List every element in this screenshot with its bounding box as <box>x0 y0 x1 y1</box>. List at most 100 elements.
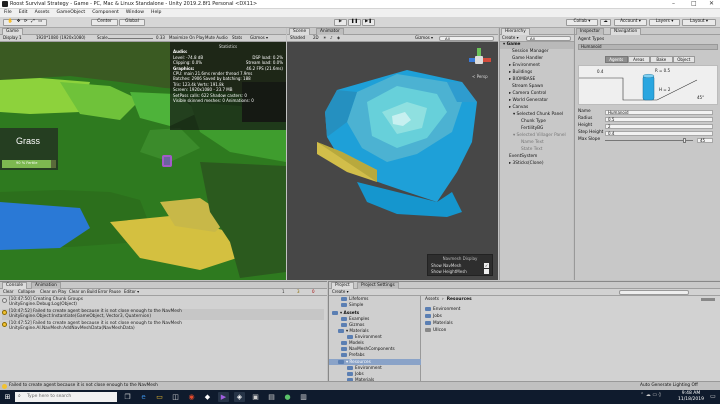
subtab-bake[interactable]: Bake <box>650 56 673 63</box>
shading-mode-dropdown[interactable]: Shaded <box>290 36 305 40</box>
tree-item[interactable]: ▾ Materials <box>338 328 369 333</box>
console-entry[interactable]: [10:47:52] Failed to create agent becaus… <box>2 309 324 320</box>
max-slope-input[interactable]: 45 <box>697 137 713 143</box>
tree-item[interactable]: Jobs <box>347 371 364 376</box>
scene-search-input[interactable]: All <box>439 36 494 41</box>
pause-button[interactable]: ❚❚ <box>348 19 361 26</box>
scene-audio-icon[interactable]: ♪ <box>330 36 333 40</box>
tab-hierarchy[interactable]: Hierarchy <box>501 28 530 35</box>
icon-size-slider[interactable] <box>701 298 715 301</box>
clear-on-build-toggle[interactable]: Clear on Build <box>69 290 97 294</box>
2d-toggle[interactable]: 2D <box>313 36 319 40</box>
hierarchy-item[interactable]: ▸ 3Sticks(Clone) <box>509 161 544 166</box>
pivot-center-toggle[interactable]: Center <box>91 19 118 26</box>
unity-hub-icon[interactable]: ◆ <box>202 392 213 402</box>
mute-audio-toggle[interactable]: Mute Audio <box>205 36 228 40</box>
rotate-tool-icon[interactable]: ⟳ <box>24 20 28 25</box>
chrome-icon[interactable]: ◉ <box>186 392 197 402</box>
stats-toggle[interactable]: Stats <box>232 36 242 40</box>
scale-slider[interactable] <box>108 38 153 39</box>
file-item[interactable]: Materials <box>425 320 460 327</box>
windows-start-icon[interactable]: ⊞ <box>2 392 13 402</box>
file-explorer-icon[interactable]: ▭ <box>154 392 165 402</box>
tree-item[interactable]: Environment <box>347 334 382 339</box>
scene-orientation-gizmo[interactable] <box>467 48 491 72</box>
height-input[interactable]: 2 <box>605 123 713 129</box>
unity-editor-icon[interactable]: ◈ <box>234 392 245 402</box>
hierarchy-create-dropdown[interactable]: Create ▾ <box>502 36 519 40</box>
hierarchy-scene-row[interactable]: ▾ Game <box>500 42 574 49</box>
hierarchy-item[interactable]: ▸ Canvas <box>509 105 528 110</box>
console-entry[interactable]: [10:47:52] Failed to create agent becaus… <box>2 321 324 332</box>
game-gizmos-dropdown[interactable]: Gizmos ▾ <box>250 36 268 40</box>
project-search-input[interactable] <box>619 290 689 295</box>
tree-item[interactable]: Prefabs <box>341 352 365 357</box>
hierarchy-item[interactable]: ▸ Environment <box>509 63 540 68</box>
scene-lighting-icon[interactable]: ☀ <box>323 36 327 40</box>
transform-tools[interactable]: ✋ ✥ ⟳ ⤢ ▭ <box>3 19 47 26</box>
menu-component[interactable]: Component <box>92 10 119 16</box>
tree-item[interactable]: Lifeforms <box>341 296 369 301</box>
radius-input[interactable]: 0.5 <box>605 116 713 122</box>
display-dropdown[interactable]: Display 1 <box>3 36 22 40</box>
account-dropdown[interactable]: Account ▾ <box>614 19 647 26</box>
notifications-icon[interactable]: ▭ <box>708 392 718 402</box>
hierarchy-search-input[interactable]: All <box>526 36 571 41</box>
tab-animator[interactable]: Animator <box>316 28 344 35</box>
tab-console[interactable]: Console <box>2 282 28 289</box>
breadcrumb-assets[interactable]: Assets <box>425 297 439 302</box>
scene-effects-icon[interactable]: ◈ <box>337 36 340 40</box>
log-count-badge[interactable]: 1 <box>282 290 285 294</box>
app-icon[interactable]: ▥ <box>298 392 309 402</box>
move-tool-icon[interactable]: ✥ <box>17 20 21 25</box>
scale-tool-icon[interactable]: ⤢ <box>31 20 34 25</box>
menu-file[interactable]: File <box>4 10 12 16</box>
tab-game[interactable]: Game <box>2 28 23 35</box>
app-icon[interactable]: ▤ <box>266 392 277 402</box>
tree-item-resources[interactable]: ▾ Resources <box>338 359 371 364</box>
visual-studio-icon[interactable]: ▶ <box>218 392 229 402</box>
hierarchy-item[interactable]: ▸ World Generator <box>509 98 548 103</box>
menu-gameobject[interactable]: GameObject <box>57 10 86 16</box>
tab-project-settings[interactable]: Project Settings <box>357 282 399 289</box>
subtab-areas[interactable]: Areas <box>627 56 650 63</box>
close-window-button[interactable]: ✕ <box>709 1 714 7</box>
hierarchy-item[interactable]: Chunk Type <box>521 119 546 124</box>
tree-item-assets[interactable]: ▾ Assets <box>332 310 359 315</box>
hierarchy-item[interactable]: Session Manager <box>512 49 549 54</box>
cloud-icon[interactable]: ☁ <box>600 19 611 26</box>
clear-button[interactable]: Clear <box>3 290 13 294</box>
menu-assets[interactable]: Assets <box>35 10 50 16</box>
breadcrumb-resources[interactable]: Resources <box>447 297 472 302</box>
maximize-button[interactable]: □ <box>691 1 697 7</box>
hierarchy-item[interactable]: State Text <box>521 147 542 152</box>
subtab-agents[interactable]: Agents <box>605 56 628 63</box>
tab-navigation[interactable]: Navigation <box>610 28 642 35</box>
layers-dropdown[interactable]: Layers ▾ <box>649 19 680 26</box>
play-button[interactable]: ▶ <box>334 19 347 26</box>
hierarchy-item[interactable]: ▸ BIOMBASE <box>509 77 535 82</box>
scene-gizmos-dropdown[interactable]: Gizmos ▾ <box>415 36 433 40</box>
project-create-dropdown[interactable]: Create ▾ <box>332 290 349 294</box>
file-item[interactable]: UIIcon <box>425 327 460 334</box>
error-count-badge[interactable]: 0 <box>312 290 315 294</box>
warning-count-badge[interactable]: 3 <box>297 290 300 294</box>
editor-dropdown[interactable]: Editor ▾ <box>124 290 139 294</box>
hierarchy-item[interactable]: ▸ Camera Control <box>509 91 546 96</box>
resolution-dropdown[interactable]: 1920*1080 (1920x1080) <box>36 36 85 40</box>
agent-type-selector[interactable]: Humanoid <box>578 44 718 50</box>
space-global-toggle[interactable]: Global <box>119 19 145 26</box>
tab-scene[interactable]: Scene <box>289 28 311 35</box>
hierarchy-item[interactable]: ▸ Buildings <box>509 70 532 75</box>
tab-animation[interactable]: Animation <box>31 282 61 289</box>
minimize-button[interactable]: – <box>672 1 675 7</box>
name-input[interactable]: Humanoid <box>605 109 713 115</box>
maximize-on-play-toggle[interactable]: Maximize On Play <box>169 36 205 40</box>
task-view-icon[interactable]: ❐ <box>122 392 133 402</box>
hierarchy-item[interactable]: FertilityBG <box>521 126 543 131</box>
menu-window[interactable]: Window <box>126 10 144 16</box>
gizmo-center-icon[interactable] <box>475 56 483 64</box>
hierarchy-item[interactable]: EventSystem <box>509 154 537 159</box>
menu-edit[interactable]: Edit <box>19 10 28 16</box>
tree-item[interactable]: Environment <box>347 365 382 370</box>
